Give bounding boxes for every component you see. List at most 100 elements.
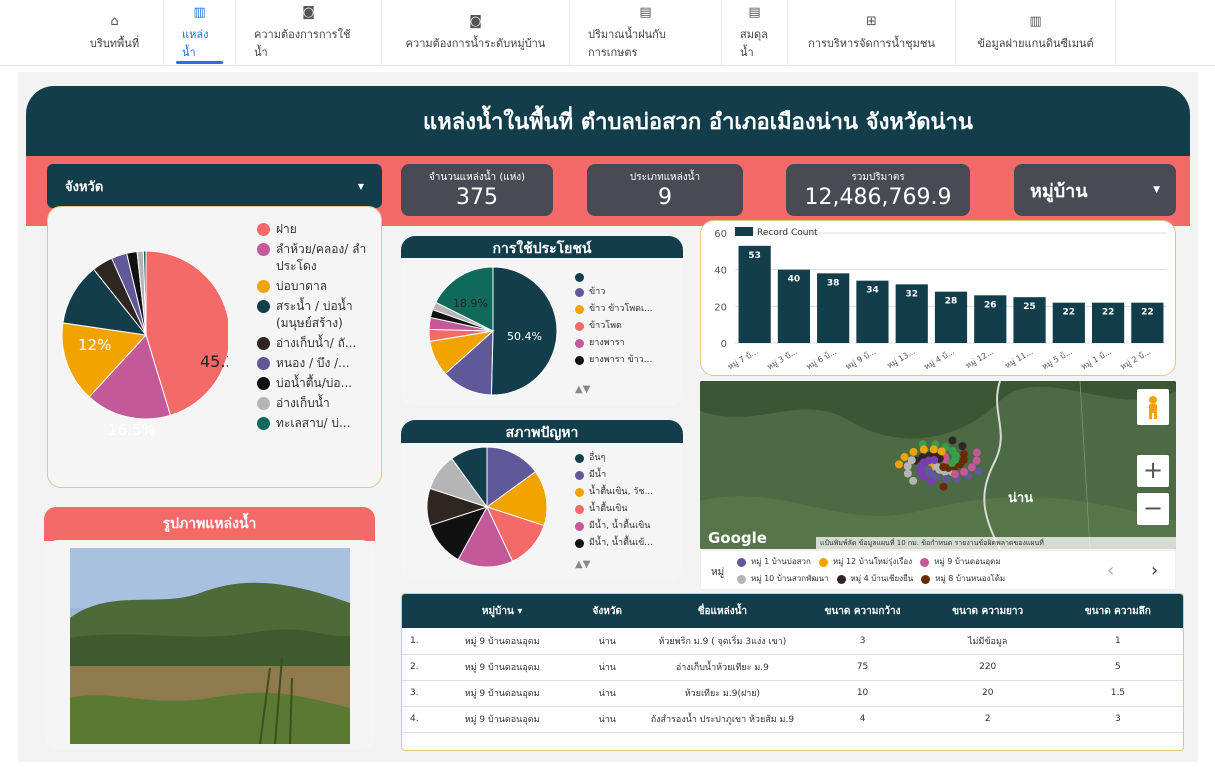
map-marker[interactable] xyxy=(948,436,957,445)
legend-item[interactable]: มีน้ำ xyxy=(575,468,683,482)
map-legend-item[interactable]: หมู่ 1 บ้านบ่อสวก xyxy=(737,555,811,569)
pegman-button[interactable] xyxy=(1137,389,1169,425)
tab-7[interactable]: ⊞ การบริหารจัดการน้ำชุมชน xyxy=(788,0,956,66)
col-name[interactable]: ชื่อแหล่งน้ำ xyxy=(642,594,803,628)
map-marker[interactable] xyxy=(960,467,969,476)
map-marker[interactable] xyxy=(972,456,981,465)
map-marker[interactable] xyxy=(947,458,956,467)
table-row[interactable]: 2. หมู่ 9 บ้านดอนอุดม น่าน อ่างเก็บน้ำห้วยเ… xyxy=(402,654,1183,681)
map-marker[interactable] xyxy=(974,466,983,475)
legend-item[interactable]: ทะเลสาบ/ บ่... xyxy=(257,415,379,432)
legend-item[interactable]: ข้าวโพด xyxy=(575,319,683,333)
village-filter[interactable]: หมู่บ้าน ▼ xyxy=(1014,164,1176,216)
legend-label: ข้าวโพด xyxy=(589,321,622,331)
legend-item[interactable] xyxy=(575,270,683,282)
legend-item[interactable]: ข้าว ข้าวโพดเ... xyxy=(575,302,683,316)
map-legend-item[interactable]: หมู่ 10 บ้านสวกพัฒนา xyxy=(737,572,829,586)
col-length[interactable]: ขนาด ความยาว xyxy=(922,594,1053,628)
col-village[interactable]: หมู่บ้าน ▾ xyxy=(432,594,573,628)
map-marker[interactable] xyxy=(937,447,946,456)
legend-label: น้ำตื้นเขิน, วัช... xyxy=(589,487,654,497)
map-legend-item[interactable]: หมู่ 8 บ้านหนองโด้ม xyxy=(921,572,1005,586)
legend-item[interactable]: อื่นๆ xyxy=(575,451,683,465)
table-cell: 4 xyxy=(802,706,923,733)
legend-label: ยางพารา ข้าว... xyxy=(589,355,653,365)
legend-item[interactable]: บ่อบาดาล xyxy=(257,278,379,295)
legend-item[interactable]: หนอง / บึง /... xyxy=(257,355,379,372)
table-row[interactable]: 3. หมู่ 9 บ้านดอนอุดม น่าน ห้วยเทียะ ม.9(ฝา… xyxy=(402,680,1183,707)
map-marker[interactable] xyxy=(972,448,981,457)
tab-label: บริบทพื้นที่ xyxy=(89,37,140,50)
province-filter[interactable]: จังหวัด ▼ xyxy=(47,164,382,208)
map-marker[interactable] xyxy=(930,455,939,464)
problems-legend-pager[interactable]: ▲▼ xyxy=(575,559,590,570)
map-legend-item[interactable]: หมู่ 4 บ้านเชียงยืน xyxy=(836,572,913,586)
map-legend-prev-button[interactable]: ‹ xyxy=(1107,560,1114,581)
map-marker[interactable] xyxy=(939,482,948,491)
zoom-out-button[interactable]: − xyxy=(1137,493,1169,525)
legend-item[interactable]: น้ำตื้นเขิน, วัช... xyxy=(575,485,683,499)
map-marker[interactable] xyxy=(894,460,903,469)
legend-item[interactable]: ยางพารา ข้าว... xyxy=(575,353,683,367)
map-marker[interactable] xyxy=(929,445,938,454)
zoom-in-button[interactable]: + xyxy=(1137,455,1169,487)
map-marker[interactable] xyxy=(900,453,909,462)
map-marker[interactable] xyxy=(967,463,976,472)
legend-item[interactable]: ฝาย xyxy=(257,221,379,238)
tab-label: แหล่งน้ำ xyxy=(182,28,209,59)
map-marker[interactable] xyxy=(909,476,918,485)
tab-5[interactable]: ▤ ปริมาณน้ำฝนกับการเกษตร xyxy=(570,0,722,66)
bar-value-label: 40 xyxy=(788,275,801,285)
tab-3[interactable]: ◙ ความต้องการการใช้น้ำ xyxy=(236,0,382,66)
legend-item[interactable]: มีน้ำ, น้ำตื้นเข้... xyxy=(575,536,683,550)
map-marker[interactable] xyxy=(950,470,959,479)
map-marker[interactable] xyxy=(924,465,933,474)
table-row[interactable]: 4. หมู่ 9 บ้านดอนอุดม น่าน ถังสำรองน้ำ ประป… xyxy=(402,706,1183,733)
x-tick-label: หมู่ 13... xyxy=(885,347,917,371)
legend-item[interactable]: น้ำตื้นเขิน xyxy=(575,502,683,516)
village-filter-label: หมู่บ้าน xyxy=(1030,180,1088,202)
kpi-card-volume: รวมปริมาตร 12,486,769.9 xyxy=(786,164,970,216)
map-marker[interactable] xyxy=(941,475,950,484)
map-legend-item[interactable]: หมู่ 12 บ้านใหม่รุ่งเรือง xyxy=(818,555,912,569)
map-attribution[interactable]: แป้นพิมพ์ลัด ข้อมูลแผนที่ 10 กม. ข้อกำหน… xyxy=(816,537,1176,549)
table-cell: หมู่ 9 บ้านดอนอุดม xyxy=(432,680,573,707)
map-legend-item[interactable]: หมู่ 9 บ้านดอนอุดม xyxy=(920,555,1001,569)
legend-swatch xyxy=(575,522,584,531)
legend-item[interactable]: อ่างเก็บน้ำ xyxy=(257,395,379,412)
table-cell: น่าน xyxy=(572,654,643,681)
legend-label: สระน้ำ / บ่อน้ำ (มนุษย์สร้าง) xyxy=(276,299,353,330)
map-legend-next-button[interactable]: › xyxy=(1151,560,1158,581)
col-index xyxy=(402,594,433,628)
table-row[interactable]: 1. หมู่ 9 บ้านดอนอุดม น่าน ห้วยพริก ม.9 ( จ… xyxy=(402,628,1183,655)
legend-item[interactable]: อ่างเก็บน้ำ/ ถั... xyxy=(257,335,379,352)
tab-8[interactable]: ▥ ข้อมูลฝายแกนดินซีเมนต์ xyxy=(956,0,1116,66)
problems-title: สภาพปัญหา xyxy=(401,420,683,444)
legend-item[interactable]: ลำห้วย/คลอง/ ลำประโดง xyxy=(257,241,379,275)
map-marker[interactable] xyxy=(919,445,928,454)
map-marker[interactable] xyxy=(958,442,967,451)
col-width[interactable]: ขนาด ความกว้าง xyxy=(802,594,923,628)
table-cell: ไม่มีข้อมูล xyxy=(922,628,1053,655)
tab-2[interactable]: ▥ แหล่งน้ำ xyxy=(164,0,236,66)
usage-title: การใช้ประโยชน์ xyxy=(401,236,683,260)
legend-item[interactable]: สระน้ำ / บ่อน้ำ (มนุษย์สร้าง) xyxy=(257,298,379,332)
col-province[interactable]: จังหวัด xyxy=(572,594,643,628)
map-marker[interactable] xyxy=(939,463,948,472)
map-marker[interactable] xyxy=(903,469,912,478)
legend-item[interactable]: ข้าว xyxy=(575,285,683,299)
legend-item[interactable]: ยางพารา xyxy=(575,336,683,350)
map-marker[interactable] xyxy=(909,447,918,456)
map-view[interactable]: น่าน Google แป้นพิมพ์ลัด ข้อมูลแผนที่ 10… xyxy=(700,381,1176,549)
col-depth[interactable]: ขนาด ความลึก xyxy=(1052,594,1183,628)
usage-legend-pager[interactable]: ▲▼ xyxy=(575,384,590,395)
tab-4[interactable]: ◙ ความต้องการน้ำระดับหมู่บ้าน xyxy=(382,0,570,66)
map-marker[interactable] xyxy=(907,456,916,465)
tab-6[interactable]: ▤ สมดุลน้ำ xyxy=(722,0,788,66)
legend-item[interactable]: มีน้ำ, น้ำตื้นเขิน xyxy=(575,519,683,533)
problems-pie-panel: อื่นๆมีน้ำน้ำตื้นเขิน, วัช... น้ำตื้นเขิน… xyxy=(401,443,683,581)
table-cell: 4. xyxy=(402,706,433,733)
tab-1[interactable]: ⌂ บริบทพื้นที่ xyxy=(66,0,164,66)
table-cell: 10 xyxy=(802,680,923,707)
legend-item[interactable]: บ่อน้ำตื้น/บ่อ... xyxy=(257,375,379,392)
